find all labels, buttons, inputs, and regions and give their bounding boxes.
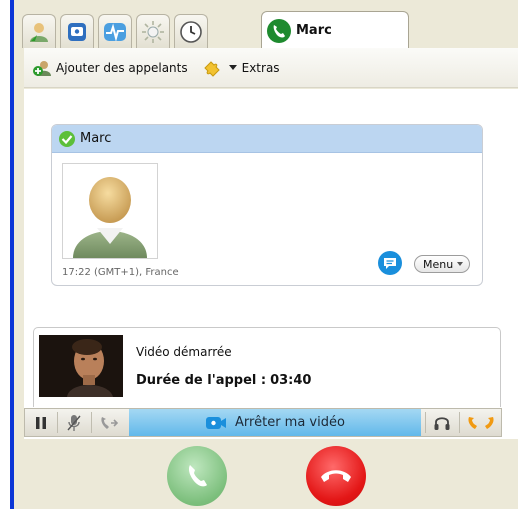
headset-icon bbox=[434, 416, 450, 430]
contact-name: Marc bbox=[80, 131, 112, 146]
extras-button[interactable]: Extras bbox=[202, 59, 280, 77]
tab-call-marc[interactable]: Marc bbox=[261, 11, 409, 49]
contact-local-time: 17:22 (GMT+1), France bbox=[62, 267, 179, 278]
chevron-down-icon bbox=[457, 262, 464, 266]
avatar[interactable] bbox=[62, 163, 158, 259]
divider bbox=[459, 412, 460, 433]
extras-label: Extras bbox=[241, 60, 280, 75]
hang-up-button[interactable] bbox=[306, 446, 366, 506]
call-status-panel: Vidéo démarrée Durée de l'appel :03:40 bbox=[33, 327, 501, 407]
tab-bar: Marc bbox=[14, 8, 518, 49]
contact-menu-button[interactable]: Menu bbox=[414, 255, 471, 273]
stop-video-button[interactable]: Arrêter ma vidéo bbox=[129, 409, 421, 436]
tab-weather[interactable] bbox=[136, 14, 170, 48]
add-callers-icon bbox=[33, 60, 51, 76]
clock-icon bbox=[180, 20, 202, 43]
tab-dialpad[interactable] bbox=[60, 14, 94, 48]
sun-icon bbox=[142, 20, 164, 43]
phone-hangup-icon bbox=[321, 470, 351, 482]
phone-signal-icon bbox=[468, 416, 494, 429]
puzzle-icon bbox=[203, 60, 220, 77]
default-avatar-icon bbox=[73, 177, 147, 258]
tab-active-label: Marc bbox=[296, 23, 332, 38]
window-edge bbox=[0, 0, 10, 509]
phone-answer-icon bbox=[188, 465, 207, 487]
stop-video-label: Arrêter ma vidéo bbox=[235, 415, 345, 430]
chevron-down-icon bbox=[228, 65, 237, 70]
call-toolbar: Ajouter des appelants Extras bbox=[24, 48, 518, 88]
hold-button[interactable] bbox=[29, 409, 53, 436]
menu-label: Menu bbox=[423, 257, 454, 271]
call-control-bar: Arrêter ma vidéo bbox=[24, 408, 502, 437]
contact-card: Marc 17:22 (GMT+1), France Menu bbox=[51, 124, 483, 286]
tab-activity[interactable] bbox=[98, 14, 132, 48]
microphone-muted-icon bbox=[67, 414, 81, 431]
call-duration: Durée de l'appel :03:40 bbox=[136, 373, 311, 388]
chat-button[interactable] bbox=[378, 251, 402, 275]
audio-settings-button[interactable] bbox=[429, 409, 455, 436]
call-content-area: Marc 17:22 (GMT+1), France Menu Vidéo dé… bbox=[24, 89, 518, 439]
online-status-icon bbox=[59, 130, 75, 147]
call-transfer-icon bbox=[101, 416, 119, 429]
tab-history[interactable] bbox=[174, 14, 208, 48]
video-camera-icon bbox=[206, 416, 227, 429]
dialpad-icon bbox=[68, 22, 86, 41]
phone-icon bbox=[267, 18, 291, 43]
skype-call-window: Marc Ajouter des appelants Extras Marc 1… bbox=[0, 0, 518, 509]
call-quality-button[interactable] bbox=[463, 409, 499, 436]
pulse-icon bbox=[104, 22, 126, 42]
call-duration-value: 03:40 bbox=[270, 373, 312, 388]
divider bbox=[57, 412, 58, 433]
remote-video-preview[interactable] bbox=[39, 335, 123, 397]
mute-button[interactable] bbox=[61, 409, 87, 436]
chat-bubble-icon bbox=[384, 258, 396, 269]
call-duration-label: Durée de l'appel : bbox=[136, 373, 267, 388]
pause-icon bbox=[36, 416, 46, 429]
video-frame bbox=[39, 335, 123, 397]
call-status-text: Vidéo démarrée bbox=[136, 345, 232, 359]
divider bbox=[425, 412, 426, 433]
divider bbox=[91, 412, 92, 433]
add-callers-label: Ajouter des appelants bbox=[56, 60, 188, 75]
contact-icon bbox=[30, 22, 48, 42]
tab-contacts[interactable] bbox=[22, 14, 56, 48]
add-callers-button[interactable]: Ajouter des appelants bbox=[32, 59, 188, 77]
answer-call-button[interactable] bbox=[167, 446, 227, 506]
transfer-call-button[interactable] bbox=[95, 409, 123, 436]
contact-card-header: Marc bbox=[52, 125, 482, 153]
